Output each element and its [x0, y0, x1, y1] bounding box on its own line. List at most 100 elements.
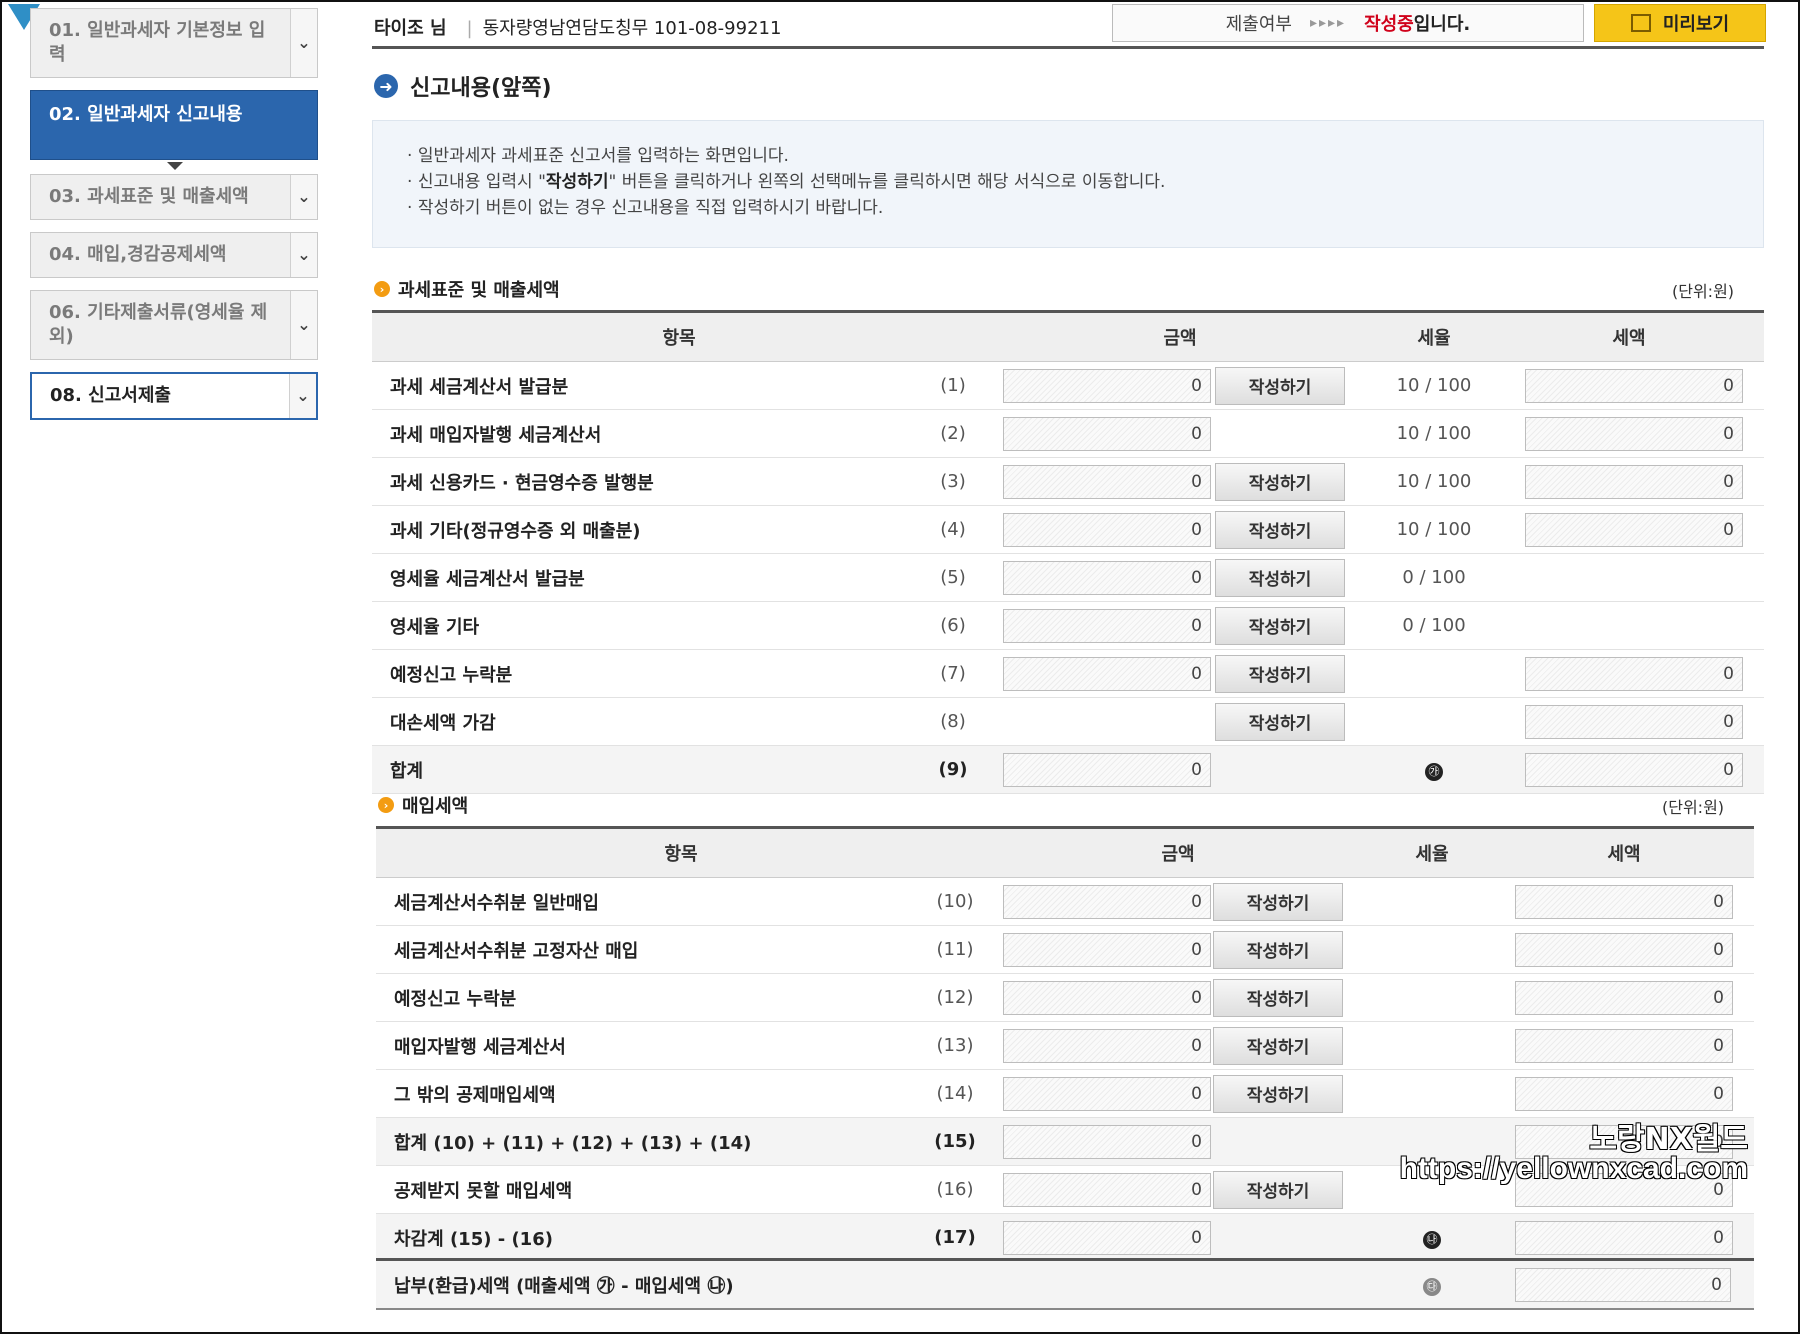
amount-field[interactable]: 0	[1003, 512, 1211, 547]
tax-rate: 10 / 100	[1396, 519, 1472, 540]
tax-field[interactable]: 0	[1515, 932, 1733, 967]
tax-field[interactable]: 0	[1525, 416, 1743, 451]
table-row: 세금계산서수취분 일반매입 (10) 0 작성하기 0	[376, 877, 1754, 926]
payment-table: 납부(환급)세액 (매출세액 ㉮ - 매입세액 ㉯) ㉰ 0	[376, 1258, 1754, 1310]
amount-field[interactable]: 0	[1003, 608, 1211, 643]
sidebar-item-other-documents[interactable]: 06. 기타제출서류(영세율 제외) ⌄	[30, 290, 318, 360]
table-row: 영세율 세금계산서 발급분 (5) 0 작성하기 0 / 100	[372, 553, 1764, 602]
amount-field[interactable]: 0	[1003, 932, 1211, 967]
status-box: 제출여부 ▸▸▸▸ 작성중입니다.	[1112, 4, 1584, 42]
amount-field[interactable]: 0	[1003, 1028, 1211, 1063]
tax-rate: 0 / 100	[1402, 567, 1466, 588]
company-info: 동자량영남연담도칭무 101-08-99211	[482, 18, 782, 39]
tax-field[interactable]: 0	[1525, 656, 1743, 691]
row-label: 대손세액 가감	[372, 697, 920, 746]
row-label: 과세 기타(정규영수증 외 매출분)	[372, 505, 920, 554]
chevron-down-icon[interactable]: ⌄	[290, 233, 317, 277]
tax-field[interactable]: 0	[1525, 368, 1743, 403]
chevron-down-icon[interactable]: ⌄	[290, 291, 317, 359]
col-header-item: 항목	[376, 826, 986, 878]
sidebar-item-sales-tax[interactable]: 03. 과세표준 및 매출세액 ⌄	[30, 174, 318, 220]
sidebar-item-purchase-deduction[interactable]: 04. 매입,경감공제세액 ⌄	[30, 232, 318, 278]
write-button[interactable]: 작성하기	[1213, 930, 1343, 969]
col-header-rate: 세율	[1374, 310, 1494, 362]
tax-field[interactable]: 0	[1515, 884, 1733, 919]
sales-heading-text: 과세표준 및 매출세액	[398, 280, 560, 301]
col-header-amount: 금액	[986, 310, 1374, 362]
amount-field[interactable]: 0	[1003, 1124, 1211, 1159]
row-label: 공제받지 못할 매입세액	[376, 1165, 924, 1214]
chevron-down-icon[interactable]: ⌄	[290, 175, 317, 219]
write-button[interactable]: 작성하기	[1215, 366, 1345, 405]
write-button[interactable]: 작성하기	[1215, 654, 1345, 693]
info-box: 일반과세자 과세표준 신고서를 입력하는 화면입니다. 신고내용 입력시 "작성…	[372, 120, 1764, 248]
sidebar-item-label: 08. 신고서제출	[50, 385, 171, 406]
tax-field[interactable]: 0	[1515, 1220, 1733, 1255]
row-number: (3)	[920, 457, 986, 506]
row-label: 매입자발행 세금계산서	[376, 1021, 924, 1070]
table-row: 차감계 (15) - (16) (17) 0 ㉯ 0	[376, 1213, 1754, 1262]
write-button[interactable]: 작성하기	[1213, 1170, 1343, 1209]
row-number: (6)	[920, 601, 986, 650]
amount-field[interactable]: 0	[1003, 368, 1211, 403]
preview-button[interactable]: 미리보기	[1594, 4, 1766, 42]
sidebar-item-submit[interactable]: 08. 신고서제출 ⌄	[30, 372, 318, 420]
row-number: (2)	[920, 409, 986, 458]
circled-mark: ㉮	[1425, 762, 1443, 781]
sidebar-item-label: 06. 기타제출서류(영세율 제외)	[49, 302, 268, 347]
tax-field[interactable]: 0	[1515, 1028, 1733, 1063]
write-button[interactable]: 작성하기	[1215, 510, 1345, 549]
write-button[interactable]: 작성하기	[1215, 558, 1345, 597]
tax-field[interactable]: 0	[1515, 980, 1733, 1015]
status-arrows-icon: ▸▸▸▸	[1309, 15, 1347, 31]
amount-field[interactable]: 0	[1003, 416, 1211, 451]
purchase-table: 항목 금액 세율 세액 세금계산서수취분 일반매입 (10) 0 작성하기 0 세금계산서…	[376, 826, 1754, 1262]
chevron-down-icon[interactable]: ⌄	[289, 374, 316, 418]
write-button[interactable]: 작성하기	[1215, 606, 1345, 645]
row-number: (4)	[920, 505, 986, 554]
amount-field[interactable]: 0	[1003, 1076, 1211, 1111]
amount-field[interactable]: 0	[1003, 884, 1211, 919]
sidebar-item-label: 02. 일반과세자 신고내용	[49, 104, 243, 125]
table-row: 과세 신용카드 · 현금영수증 발행분 (3) 0 작성하기 10 / 100 0	[372, 457, 1764, 506]
preview-label: 미리보기	[1662, 14, 1730, 35]
table-row: 매입자발행 세금계산서 (13) 0 작성하기 0	[376, 1021, 1754, 1070]
tax-rate: 10 / 100	[1396, 375, 1472, 396]
row-label: 합계 (10) + (11) + (12) + (13) + (14)	[376, 1117, 924, 1166]
tax-field[interactable]: 0	[1525, 512, 1743, 547]
sidebar-item-report-content[interactable]: 02. 일반과세자 신고내용	[30, 90, 318, 160]
tax-field[interactable]: 0	[1525, 464, 1743, 499]
amount-field[interactable]: 0	[1003, 980, 1211, 1015]
purchase-unit: (단위:원)	[1662, 798, 1725, 817]
row-number: (16)	[924, 1165, 986, 1214]
tax-field[interactable]: 0	[1515, 1076, 1733, 1111]
info-line: 일반과세자 과세표준 신고서를 입력하는 화면입니다.	[407, 143, 1763, 169]
arrow-right-icon: ➜	[374, 74, 398, 98]
header-bar: 타이조 님 | 동자량영남연담도칭무 101-08-99211 제출여부 ▸▸▸▸ …	[372, 4, 1766, 49]
write-button[interactable]: 작성하기	[1213, 978, 1343, 1017]
write-button[interactable]: 작성하기	[1213, 882, 1343, 921]
payment-tax-field[interactable]: 0	[1515, 1267, 1731, 1302]
amount-field[interactable]: 0	[1003, 560, 1211, 595]
chevron-down-icon[interactable]: ⌄	[290, 9, 317, 77]
amount-field[interactable]: 0	[1003, 656, 1211, 691]
row-number: (14)	[924, 1069, 986, 1118]
amount-field[interactable]: 0	[1003, 1172, 1211, 1207]
tax-field[interactable]: 0	[1525, 704, 1743, 739]
table-row: 과세 기타(정규영수증 외 매출분) (4) 0 작성하기 10 / 100 0	[372, 505, 1764, 554]
col-header-tax: 세액	[1494, 310, 1764, 362]
tax-rate: 0 / 100	[1402, 615, 1466, 636]
write-button[interactable]: 작성하기	[1215, 462, 1345, 501]
write-button[interactable]: 작성하기	[1213, 1074, 1343, 1113]
write-button[interactable]: 작성하기	[1215, 702, 1345, 741]
amount-field[interactable]: 0	[1003, 752, 1211, 787]
sidebar-item-basic-info[interactable]: 01. 일반과세자 기본정보 입력 ⌄	[30, 8, 318, 78]
status-label: 제출여부	[1225, 14, 1292, 35]
amount-field[interactable]: 0	[1003, 464, 1211, 499]
col-header-rate: 세율	[1370, 826, 1494, 878]
write-button[interactable]: 작성하기	[1213, 1026, 1343, 1065]
circled-mark: ㉰	[1423, 1277, 1441, 1296]
sales-unit: (단위:원)	[1672, 282, 1735, 301]
tax-field[interactable]: 0	[1525, 752, 1743, 787]
amount-field[interactable]: 0	[1003, 1220, 1211, 1255]
